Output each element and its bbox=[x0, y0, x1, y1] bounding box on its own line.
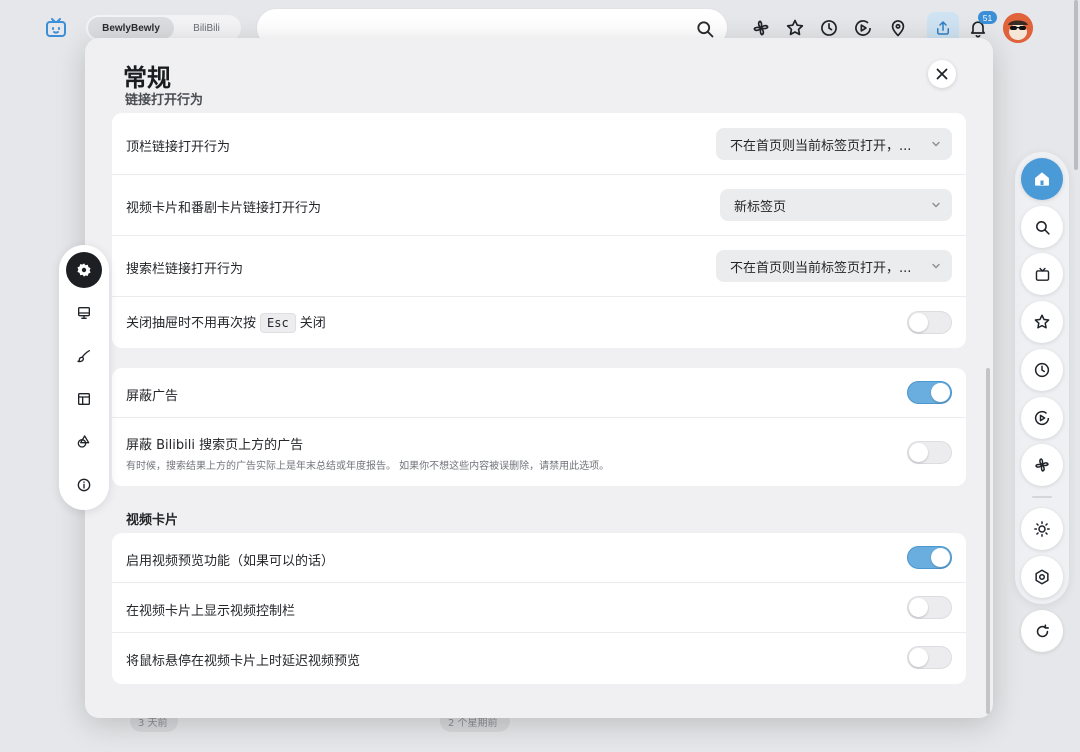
esc-key: Esc bbox=[260, 313, 296, 333]
setting-row-video-controls: 在视频卡片上显示视频控制栏 bbox=[112, 583, 966, 633]
chevron-down-icon bbox=[932, 263, 940, 269]
toggle-knob bbox=[909, 598, 928, 617]
setting-description: 有时候，搜索结果上方的广告实际上是年末总结或年度报告。 如果你不想这些内容被误删… bbox=[126, 461, 610, 472]
avatar[interactable] bbox=[1003, 13, 1033, 43]
nav-layout[interactable] bbox=[66, 381, 102, 417]
layout-icon bbox=[78, 393, 90, 405]
video-card-group: 启用视频预览功能（如果可以的话） 在视频卡片上显示视频控制栏 将鼠标悬停在视频卡… bbox=[112, 533, 966, 684]
dock-anime-button[interactable] bbox=[1021, 253, 1063, 295]
search-icon[interactable] bbox=[695, 19, 715, 39]
toggle-knob bbox=[931, 383, 950, 402]
setting-label: 关闭抽屉时不用再次按 Esc 关闭 bbox=[126, 312, 326, 333]
setting-row-video-preview: 启用视频预览功能（如果可以的话） bbox=[112, 533, 966, 583]
dock-favorites-button[interactable] bbox=[1021, 301, 1063, 343]
dock-moments-button[interactable] bbox=[1021, 444, 1063, 486]
page-scrollbar[interactable] bbox=[1074, 0, 1078, 170]
clock-icon[interactable] bbox=[819, 18, 839, 38]
settings-icon bbox=[1035, 569, 1049, 585]
dock-refresh-button[interactable] bbox=[1021, 610, 1063, 652]
setting-label: 视频卡片和番剧卡片链接打开行为 bbox=[126, 201, 322, 216]
upload-icon bbox=[937, 21, 949, 35]
refresh-icon bbox=[1036, 623, 1049, 637]
dock-home-button[interactable] bbox=[1021, 158, 1063, 200]
video-controls-toggle[interactable] bbox=[907, 596, 952, 619]
setting-label: 将鼠标悬停在视频卡片上时延迟视频预览 bbox=[126, 654, 361, 669]
setting-row-block-search-ads: 屏蔽 Bilibili 搜索页上方的广告 有时候，搜索结果上方的广告实际上是年末… bbox=[112, 418, 966, 486]
close-icon bbox=[936, 68, 948, 80]
nav-desktop[interactable] bbox=[66, 295, 102, 331]
setting-row-esc-close: 关闭抽屉时不用再次按 Esc 关闭 bbox=[112, 297, 966, 348]
section-title-link-behavior: 链接打开行为 bbox=[125, 93, 204, 108]
tab-bewlybewly[interactable]: BewlyBewly bbox=[88, 17, 174, 39]
tab-bilibili[interactable]: BiliBili bbox=[174, 17, 239, 39]
nav-about[interactable] bbox=[66, 467, 102, 503]
setting-label: 顶栏链接打开行为 bbox=[126, 140, 231, 155]
home-icon bbox=[1035, 172, 1049, 186]
toggle-knob bbox=[909, 313, 928, 332]
video-preview-toggle[interactable] bbox=[907, 546, 952, 569]
ad-block-group: 屏蔽广告 屏蔽 Bilibili 搜索页上方的广告 有时候，搜索结果上方的广告实… bbox=[112, 368, 966, 486]
general-icon bbox=[77, 263, 91, 277]
select-value: 不在首页则当前标签页打开，... bbox=[730, 138, 912, 154]
block-search-ads-toggle[interactable] bbox=[907, 441, 952, 464]
search-icon bbox=[1035, 220, 1050, 235]
clock-icon bbox=[1034, 362, 1050, 378]
setting-row-searchbar-link: 搜索栏链接打开行为 不在首页则当前标签页打开，... bbox=[112, 236, 966, 297]
esc-close-toggle[interactable] bbox=[907, 311, 952, 334]
dock-theme-button[interactable] bbox=[1021, 508, 1063, 550]
play-circle-icon bbox=[1034, 410, 1050, 426]
info-icon bbox=[77, 478, 91, 492]
nav-general[interactable] bbox=[66, 252, 102, 288]
setting-label: 屏蔽广告 bbox=[126, 389, 179, 404]
nav-appearance[interactable] bbox=[66, 338, 102, 374]
setting-label: 启用视频预览功能（如果可以的话） bbox=[126, 554, 335, 569]
bilibili-logo-icon[interactable] bbox=[44, 16, 68, 40]
searchbar-link-select[interactable]: 不在首页则当前标签页打开，... bbox=[716, 250, 952, 282]
settings-modal: 常规 链接打开行为 顶栏链接打开行为 不在首页则当前标签页打开，... 视频卡片… bbox=[85, 38, 993, 718]
play-circle-icon[interactable] bbox=[853, 18, 873, 38]
video-card-link-select[interactable]: 新标签页 bbox=[720, 189, 952, 221]
toggle-knob bbox=[931, 548, 950, 567]
preview-delay-toggle[interactable] bbox=[907, 646, 952, 669]
star-icon bbox=[1034, 314, 1050, 329]
toggle-knob bbox=[909, 443, 928, 462]
shapes-icon bbox=[77, 435, 90, 448]
brush-icon bbox=[77, 350, 90, 363]
chevron-down-icon bbox=[932, 202, 940, 208]
setting-row-topbar-link: 顶栏链接打开行为 不在首页则当前标签页打开，... bbox=[112, 113, 966, 175]
tv-icon bbox=[1035, 267, 1049, 281]
settings-title: 常规 bbox=[123, 64, 171, 92]
settings-scrollbar[interactable] bbox=[986, 368, 990, 714]
setting-label: 搜索栏链接打开行为 bbox=[126, 262, 244, 277]
desktop-icon bbox=[78, 307, 90, 319]
nav-compatibility[interactable] bbox=[66, 424, 102, 460]
theme-icon bbox=[1034, 521, 1050, 537]
dock-settings-button[interactable] bbox=[1021, 556, 1063, 598]
setting-row-preview-delay: 将鼠标悬停在视频卡片上时延迟视频预览 bbox=[112, 633, 966, 684]
esc-label-prefix: 关闭抽屉时不用再次按 bbox=[126, 316, 257, 331]
setting-row-block-ads: 屏蔽广告 bbox=[112, 368, 966, 418]
section-title-video-card: 视频卡片 bbox=[126, 513, 179, 528]
location-icon[interactable] bbox=[888, 18, 908, 38]
setting-label: 在视频卡片上显示视频控制栏 bbox=[126, 604, 296, 619]
dock-watch-later-button[interactable] bbox=[1021, 397, 1063, 439]
notification-badge: 51 bbox=[978, 11, 997, 24]
pinwheel-icon[interactable] bbox=[751, 18, 771, 38]
setting-row-video-card-link: 视频卡片和番剧卡片链接打开行为 新标签页 bbox=[112, 175, 966, 236]
dock-separator bbox=[1032, 496, 1052, 498]
chevron-down-icon bbox=[932, 141, 940, 147]
select-value: 新标签页 bbox=[734, 199, 787, 215]
block-ads-toggle[interactable] bbox=[907, 381, 952, 404]
select-value: 不在首页则当前标签页打开，... bbox=[730, 260, 912, 276]
topbar-link-select[interactable]: 不在首页则当前标签页打开，... bbox=[716, 128, 952, 160]
esc-label-suffix: 关闭 bbox=[299, 316, 326, 331]
close-button[interactable] bbox=[928, 60, 956, 88]
setting-label: 屏蔽 Bilibili 搜索页上方的广告 bbox=[126, 438, 304, 453]
star-icon[interactable] bbox=[785, 18, 805, 38]
toggle-knob bbox=[909, 648, 928, 667]
link-behavior-group: 顶栏链接打开行为 不在首页则当前标签页打开，... 视频卡片和番剧卡片链接打开行… bbox=[112, 113, 966, 348]
dock-search-button[interactable] bbox=[1021, 206, 1063, 248]
pinwheel-icon bbox=[1035, 458, 1049, 472]
dock-history-button[interactable] bbox=[1021, 349, 1063, 391]
